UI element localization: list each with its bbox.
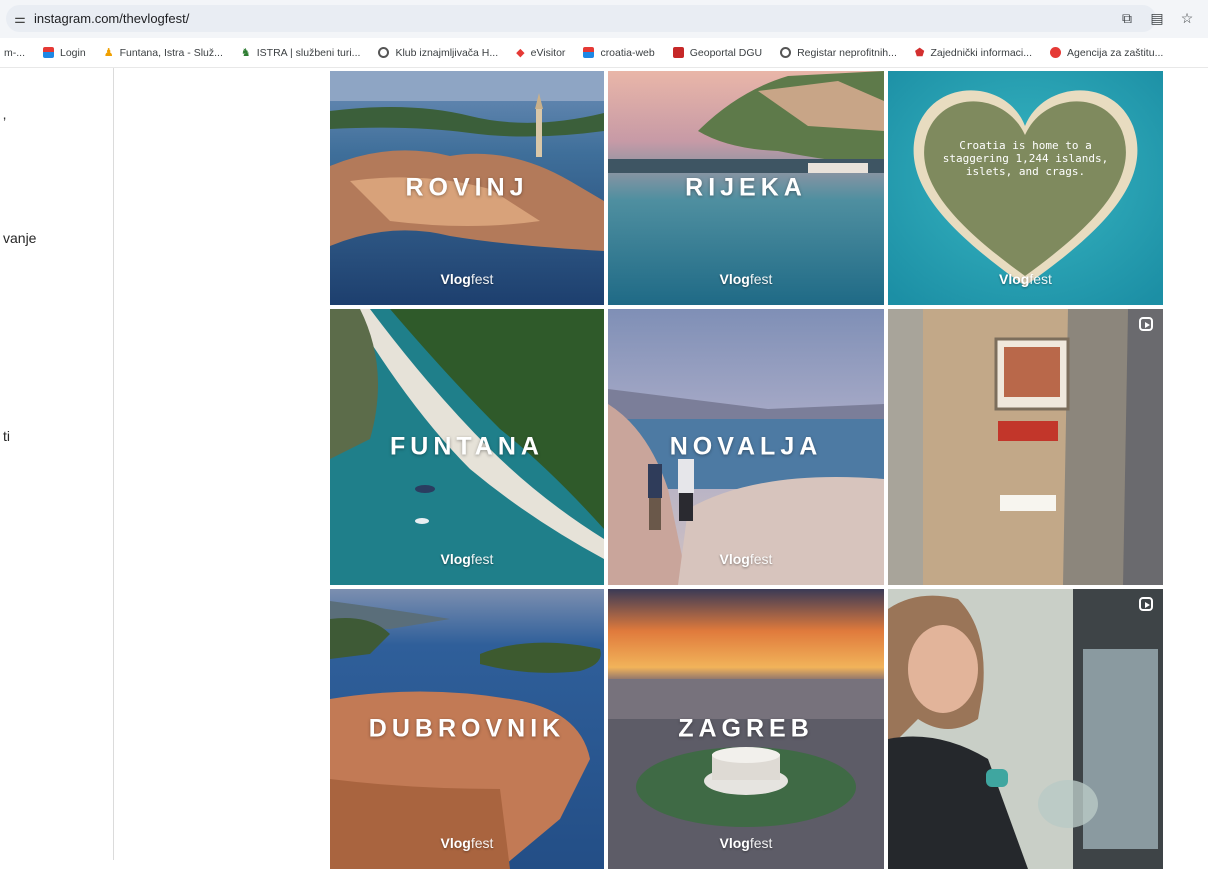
url-text[interactable]: instagram.com/thevlogfest/ — [34, 11, 189, 26]
brand-watermark: Vlogfest — [330, 551, 604, 567]
brand-light: fest — [749, 551, 773, 567]
brand-light: fest — [470, 835, 494, 851]
sidebar-item-partial[interactable]: ’ — [3, 114, 6, 130]
brand-watermark: Vlogfest — [608, 835, 884, 851]
posts-grid: ROVINJ Vlogfest RIJEKA Vlogfest Croatia … — [330, 71, 1163, 869]
brand-watermark: Vlogfest — [608, 551, 884, 567]
bookmark-label: eVisitor — [530, 46, 566, 59]
reel-icon — [1139, 597, 1153, 611]
address-bar[interactable]: ⚌ instagram.com/thevlogfest/ — [6, 5, 1156, 32]
post-title: DUBROVNIK — [368, 714, 566, 743]
site-info-icon[interactable]: ⚌ — [6, 11, 34, 27]
sidebar-item-partial[interactable]: vanje — [3, 230, 36, 246]
post-tile[interactable]: NOVALJA Vlogfest — [608, 309, 884, 585]
brand-watermark: Vlogfest — [888, 271, 1163, 287]
dino-icon: ♞ — [240, 47, 251, 59]
brand-bold: Vlog — [719, 551, 750, 567]
bookmark-label: Zajednički informaci... — [930, 46, 1033, 59]
brand-light: fest — [1029, 271, 1052, 287]
bookmarks-bar: m-... Login ♟ Funtana, Istra - Služ... ♞ I… — [0, 38, 1208, 68]
translate-icon[interactable]: ▤ — [1148, 9, 1166, 27]
bookmark-item[interactable]: Registar neprofitnih... — [780, 47, 897, 59]
bookmark-star-icon[interactable]: ☆ — [1178, 9, 1196, 27]
bookmark-label: ISTRA | službeni turi... — [256, 46, 361, 59]
post-tile-reel[interactable] — [888, 589, 1163, 869]
brand-light: fest — [470, 551, 494, 567]
brand-watermark: Vlogfest — [608, 271, 884, 287]
brand-bold: Vlog — [440, 271, 471, 287]
post-image — [888, 71, 1163, 305]
brand-light: fest — [749, 835, 773, 851]
post-title: RIJEKA — [685, 173, 807, 202]
swirl-icon — [1050, 47, 1062, 58]
bookmark-label: Geoportal DGU — [689, 46, 763, 59]
bookmark-item[interactable]: ⬟ Zajednički informaci... — [914, 46, 1033, 60]
brand-bold: Vlog — [440, 551, 471, 567]
post-tile[interactable]: ROVINJ Vlogfest — [330, 71, 604, 305]
bookmark-label: Agencija za zaštitu... — [1067, 46, 1164, 59]
toolbar-actions: ⧉ ▤ ☆ — [1118, 9, 1196, 27]
post-tile[interactable]: Croatia is home to a staggering 1,244 is… — [888, 71, 1163, 305]
post-tile[interactable]: ZAGREB Vlogfest — [608, 589, 884, 869]
brand-light: fest — [470, 271, 494, 287]
brand-light: fest — [749, 271, 773, 287]
post-title: FUNTANA — [390, 432, 544, 461]
bookmark-item[interactable]: croatia-web — [583, 46, 655, 59]
brand-watermark: Vlogfest — [330, 271, 604, 287]
geoportal-icon — [672, 47, 684, 58]
globe-icon — [378, 47, 390, 58]
post-title: ZAGREB — [678, 714, 814, 743]
bookmark-item[interactable]: m-... — [4, 47, 25, 59]
bookmark-item[interactable]: ◆ eVisitor — [516, 46, 566, 60]
post-image — [888, 589, 1163, 869]
post-overlay-text: Croatia is home to a staggering 1,244 is… — [942, 139, 1109, 178]
bookmark-label: Klub iznajmljivača H... — [395, 46, 499, 59]
diamond-icon: ◆ — [516, 47, 525, 59]
brand-watermark: Vlogfest — [330, 835, 604, 851]
bookmark-label: croatia-web — [600, 46, 655, 59]
bookmark-label: Funtana, Istra - Služ... — [119, 46, 223, 59]
bookmark-item[interactable]: ♞ ISTRA | službeni turi... — [240, 46, 361, 60]
bookmark-label: m-... — [4, 46, 25, 59]
reel-icon — [1139, 317, 1153, 331]
sidebar-item-partial[interactable]: ti — [3, 428, 10, 444]
brand-bold: Vlog — [719, 271, 750, 287]
post-tile[interactable]: FUNTANA Vlogfest — [330, 309, 604, 585]
bookmark-label: Login — [60, 46, 86, 59]
globe-icon — [780, 47, 792, 58]
brand-bold: Vlog — [719, 835, 750, 851]
bookmark-item[interactable]: Klub iznajmljivača H... — [378, 47, 498, 59]
post-tile[interactable]: DUBROVNIK Vlogfest — [330, 589, 604, 869]
bookmark-item[interactable]: ♟ Funtana, Istra - Služ... — [103, 46, 223, 60]
flag-icon — [43, 47, 54, 58]
bookmark-item[interactable]: Agencija za zaštitu... — [1050, 47, 1163, 59]
shield-icon: ⬟ — [914, 47, 925, 59]
post-image — [888, 309, 1163, 585]
post-title: NOVALJA — [669, 432, 823, 461]
flag-icon — [583, 47, 595, 58]
post-title: ROVINJ — [405, 173, 529, 202]
bookmark-label: Registar neprofitnih... — [797, 46, 897, 59]
browser-toolbar: ⚌ instagram.com/thevlogfest/ ⧉ ▤ ☆ — [0, 0, 1208, 38]
bookmark-item[interactable]: Geoportal DGU — [672, 46, 763, 59]
instagram-sidebar: ’ vanje ti — [0, 68, 114, 860]
install-app-icon[interactable]: ⧉ — [1118, 9, 1136, 27]
brand-bold: Vlog — [999, 271, 1030, 287]
bookmark-item[interactable]: Login — [43, 47, 86, 59]
post-tile-reel[interactable] — [888, 309, 1163, 585]
brand-bold: Vlog — [440, 835, 471, 851]
post-tile[interactable]: RIJEKA Vlogfest — [608, 71, 884, 305]
people-icon: ♟ — [103, 47, 114, 59]
